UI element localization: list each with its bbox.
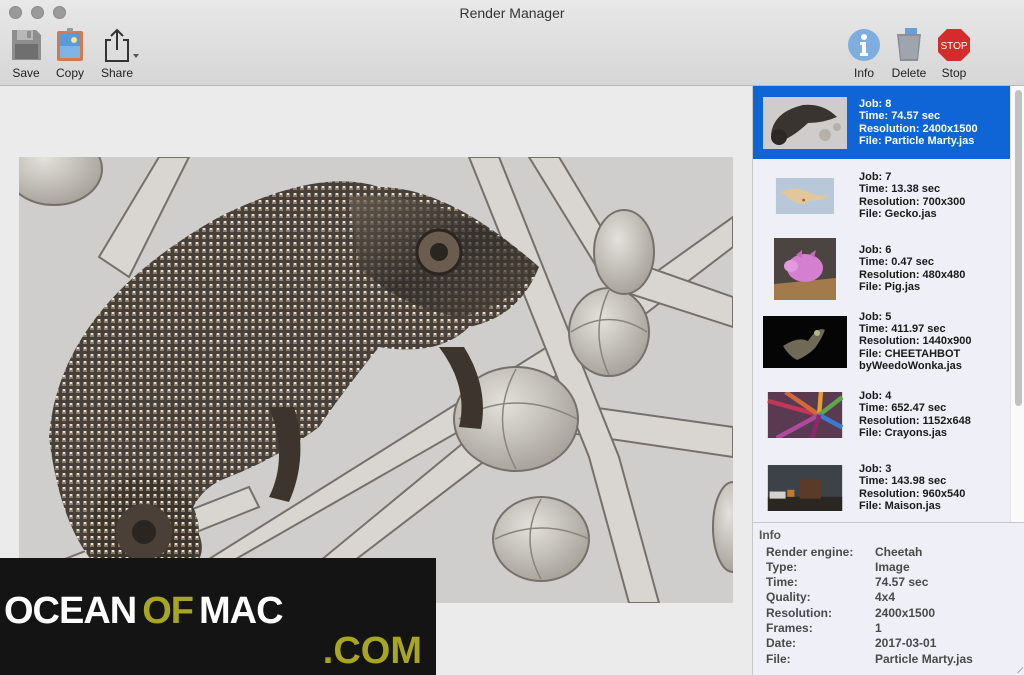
window-title: Render Manager	[459, 5, 565, 21]
job-time: Time: 13.38 sec	[859, 183, 941, 196]
job-number: Job: 7	[859, 170, 892, 183]
save-label: Save	[12, 66, 40, 80]
copy-label: Copy	[55, 66, 84, 80]
job-file: File: Gecko.jas	[859, 207, 937, 220]
job-thumbnail-gecko	[775, 177, 835, 214]
render-manager-window: Render Manager Save Copy Share Info Dele…	[0, 0, 1024, 675]
job-resolution: Resolution: 960x540	[859, 487, 966, 500]
info-row-resolution: Resolution: 2400x1500	[766, 606, 936, 620]
job-file: File: Crayons.jas	[859, 426, 948, 439]
render-preview-image[interactable]	[19, 157, 733, 603]
job-time: Time: 143.98 sec	[859, 475, 947, 488]
info-row-date: Date: 2017-03-01	[766, 636, 937, 650]
job-list-item[interactable]: Job: 3 Time: 143.98 sec Resolution: 960x…	[753, 451, 1010, 522]
job-meta: Job: 4 Time: 652.47 sec Resolution: 1152…	[859, 390, 971, 439]
info-row-render-engine: Render engine: Cheetah	[766, 545, 923, 559]
job-thumbnail-chameleon	[763, 96, 847, 149]
share-label: Share	[100, 66, 134, 80]
job-time: Time: 0.47 sec	[859, 256, 935, 269]
job-time: Time: 411.97 sec	[859, 323, 946, 336]
job-resolution: Resolution: 1440x900	[859, 335, 972, 348]
job-resolution: Resolution: 700x300	[859, 195, 966, 208]
info-button[interactable]: Info	[839, 28, 889, 80]
job-list-item[interactable]: Job: 5 Time: 411.97 sec Resolution: 1440…	[753, 305, 1010, 378]
floppy-disk-icon	[9, 28, 43, 62]
job-file-cont: byWeedoWonka.jas	[859, 359, 962, 372]
chameleon-render-illustration	[19, 157, 733, 603]
stop-sign-icon: STOP	[937, 28, 971, 62]
share-button[interactable]: Share	[92, 28, 142, 80]
job-number: Job: 3	[859, 462, 892, 475]
job-sidebar: Job: 8 Time: 74.57 sec Resolution: 2400x…	[752, 86, 1024, 675]
stop-label: Stop	[941, 66, 967, 80]
trash-icon	[892, 28, 926, 62]
info-row-type: Type: Image	[766, 560, 910, 574]
info-row-file: File: Particle Marty.jas	[766, 652, 973, 666]
watermark-text: OCEAN OF MAC	[4, 590, 284, 632]
watermark-banner: OCEAN OF MAC .COM	[0, 558, 436, 675]
save-button[interactable]: Save	[1, 28, 51, 80]
job-number: Job: 8	[859, 97, 892, 110]
job-meta: Job: 8 Time: 74.57 sec Resolution: 2400x…	[859, 98, 978, 147]
job-meta: Job: 7 Time: 13.38 sec Resolution: 700x3…	[859, 171, 965, 220]
resize-grip-icon[interactable]	[1015, 665, 1023, 673]
job-list-item[interactable]: Job: 8 Time: 74.57 sec Resolution: 2400x…	[753, 86, 1010, 159]
stop-icon-text: STOP	[940, 41, 967, 52]
clipboard-image-icon	[53, 28, 87, 62]
info-row-quality: Quality: 4x4	[766, 590, 896, 604]
job-thumbnail-cheetahbot	[763, 315, 847, 368]
info-panel-title: Info	[759, 528, 781, 542]
job-list-item[interactable]: Job: 7 Time: 13.38 sec Resolution: 700x3…	[753, 159, 1010, 232]
job-meta: Job: 5 Time: 411.97 sec Resolution: 1440…	[859, 311, 972, 372]
job-list[interactable]: Job: 8 Time: 74.57 sec Resolution: 2400x…	[753, 86, 1010, 522]
job-file: File: Maison.jas	[859, 499, 941, 512]
stop-button[interactable]: STOP Stop	[929, 28, 979, 80]
delete-button[interactable]: Delete	[884, 28, 934, 80]
job-file: File: CHEETAHBOT	[859, 347, 961, 360]
info-row-frames: Frames: 1	[766, 621, 882, 635]
job-time: Time: 652.47 sec	[859, 402, 947, 415]
share-icon	[100, 28, 139, 62]
job-thumbnail-pig	[774, 237, 836, 300]
delete-label: Delete	[891, 66, 927, 80]
info-panel: Info Render engine: Cheetah Type: Image Ti…	[753, 522, 1024, 675]
job-thumbnail-crayons	[767, 391, 844, 438]
copy-button[interactable]: Copy	[45, 28, 95, 80]
job-time: Time: 74.57 sec	[859, 110, 941, 123]
toolbar: Render Manager Save Copy Share Info Dele…	[0, 0, 1024, 86]
job-resolution: Resolution: 2400x1500	[859, 122, 978, 135]
job-number: Job: 5	[859, 310, 892, 323]
job-meta: Job: 3 Time: 143.98 sec Resolution: 960x…	[859, 463, 965, 512]
job-resolution: Resolution: 1152x648	[859, 414, 971, 427]
job-list-item[interactable]: Job: 6 Time: 0.47 sec Resolution: 480x48…	[753, 232, 1010, 305]
job-number: Job: 4	[859, 389, 892, 402]
watermark-domain: .COM	[322, 630, 422, 672]
job-file: File: Particle Marty.jas	[859, 134, 975, 147]
scrollbar-thumb[interactable]	[1015, 90, 1022, 406]
info-row-time: Time: 74.57 sec	[766, 575, 929, 589]
job-number: Job: 6	[859, 243, 892, 256]
job-list-scrollbar[interactable]	[1010, 86, 1024, 522]
info-icon	[847, 28, 881, 62]
job-file: File: Pig.jas	[859, 280, 921, 293]
info-label: Info	[853, 66, 874, 80]
job-resolution: Resolution: 480x480	[859, 268, 966, 281]
job-meta: Job: 6 Time: 0.47 sec Resolution: 480x48…	[859, 244, 965, 293]
job-thumbnail-maison	[767, 464, 843, 511]
job-list-item[interactable]: Job: 4 Time: 652.47 sec Resolution: 1152…	[753, 378, 1010, 451]
